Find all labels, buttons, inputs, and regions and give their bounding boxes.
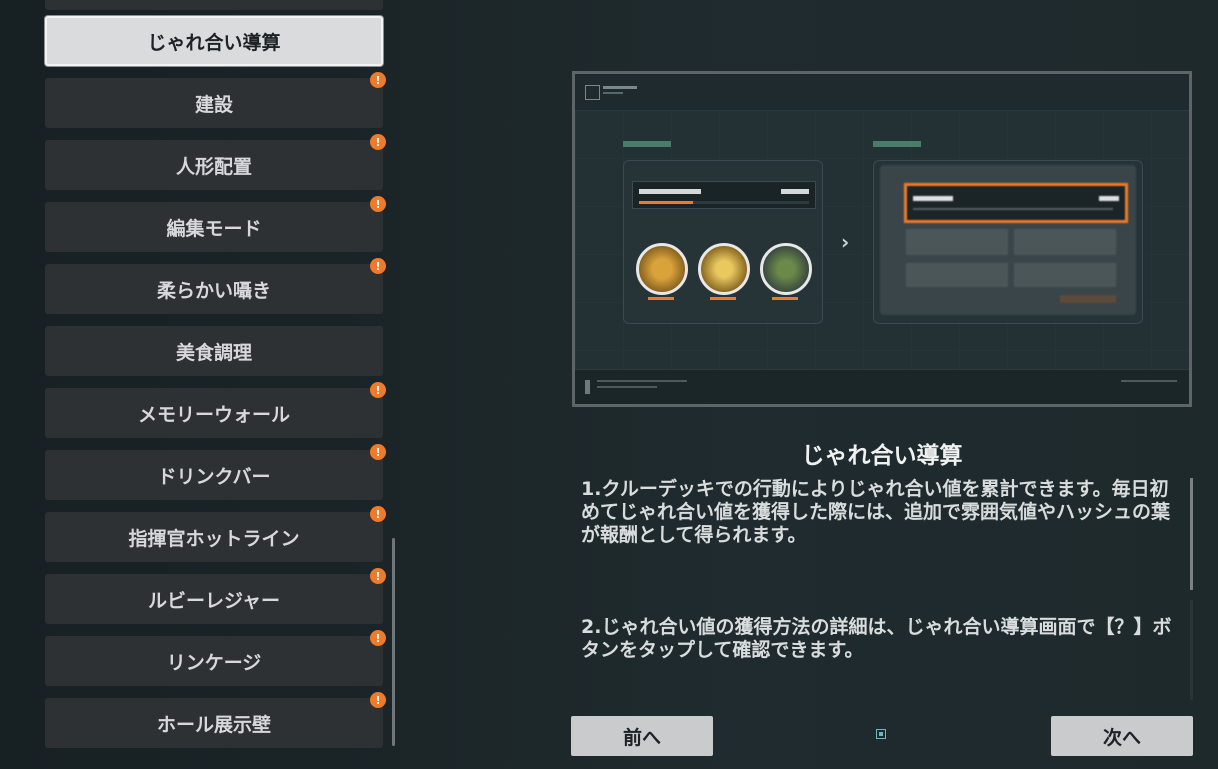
alert-badge-icon: ! (370, 692, 386, 708)
preview-button (1060, 295, 1116, 303)
chevron-right-icon: › (841, 230, 850, 254)
preview-panel (906, 263, 1008, 287)
text-scrollbar-track (1190, 600, 1193, 700)
preview-footer-line (1121, 380, 1177, 382)
sidebar-item[interactable]: ホール展示壁! (45, 692, 386, 748)
sidebar-item-label: 編集モード (166, 217, 262, 240)
sidebar: じゃれ合い導算 建設! 人形配置! 編集モード! 柔らかい囁き! 美食調理 メモリーウォール… (0, 0, 400, 769)
sidebar-item-label: ドリンクバー (157, 465, 271, 488)
preview-right-card (873, 160, 1143, 324)
preview-title-text (639, 189, 701, 194)
sidebar-item[interactable]: ドリンクバー! (45, 444, 386, 500)
preview-panel (906, 229, 1008, 255)
sidebar-item[interactable]: 建設! (45, 72, 386, 128)
next-button[interactable]: 次へ (1051, 716, 1193, 756)
sidebar-item-label: 人形配置 (175, 155, 252, 178)
preview-screen (880, 165, 1136, 315)
sidebar-item[interactable]: メモリーウォール! (45, 382, 386, 438)
page-indicator (876, 729, 886, 739)
alert-badge-icon: ! (370, 134, 386, 150)
sidebar-item[interactable]: じゃれ合い導算 (45, 16, 383, 66)
preview-progress-track (913, 208, 1113, 210)
preview-progress-fill (639, 201, 694, 204)
sidebar-item[interactable]: ルビーレジャー! (45, 568, 386, 624)
alert-badge-icon: ! (370, 382, 386, 398)
alert-badge-icon: ! (370, 444, 386, 460)
alert-badge-icon: ! (370, 196, 386, 212)
text-scrollbar[interactable] (1190, 478, 1193, 590)
sidebar-item-label: メモリーウォール (137, 403, 290, 426)
preview-left-card (623, 160, 823, 324)
description-paragraph-1: 1.クルーデッキでの行動によりじゃれ合い値を累計できます。毎日初めてじゃれ合い値… (581, 478, 1171, 546)
sidebar-item-label: リンケージ (166, 651, 262, 674)
preview-highlight-box (904, 183, 1128, 223)
preview-footer-line (597, 380, 687, 382)
sidebar-item-label: じゃれ合い導算 (147, 31, 281, 54)
preview-reward-mark (772, 297, 798, 300)
sidebar-item[interactable]: リンケージ! (45, 630, 386, 686)
preview-reward-mark (710, 297, 736, 300)
sidebar-item[interactable]: 人形配置! (45, 134, 386, 190)
sidebar-item-label: 柔らかい囁き (156, 279, 271, 302)
sidebar-item[interactable]: 指揮官ホットライン! (45, 506, 386, 562)
sidebar-item-label: ホール展示壁 (156, 713, 271, 736)
alert-badge-icon: ! (370, 568, 386, 584)
preview-tag (873, 141, 921, 147)
preview-progress-track (639, 201, 809, 204)
preview-footer (575, 369, 1189, 404)
content-title: じゃれ合い導算 (801, 443, 963, 469)
badge-icon (698, 243, 750, 295)
alert-badge-icon: ! (370, 258, 386, 274)
preview-tag (623, 141, 671, 147)
alert-badge-icon: ! (370, 630, 386, 646)
description-paragraph-2: 2.じゃれ合い値の獲得方法の詳細は、じゃれ合い導算画面で【？】ボタンをタップして… (581, 616, 1172, 661)
sidebar-item-partial[interactable] (45, 0, 383, 10)
sidebar-item-label: 指揮官ホットライン (128, 527, 300, 550)
tutorial-preview-image: › (572, 71, 1192, 407)
preview-title-text (913, 196, 953, 201)
preview-footer-icon (585, 380, 590, 394)
preview-reward-mark (648, 297, 674, 300)
sidebar-item[interactable]: 美食調理 (45, 326, 383, 376)
prev-button[interactable]: 前へ (571, 716, 713, 756)
preview-panel (1014, 263, 1116, 287)
preview-title-text (1099, 196, 1119, 201)
alert-badge-icon: ! (370, 72, 386, 88)
preview-header-line (603, 86, 637, 89)
preview-logo-icon (585, 85, 600, 100)
preview-header (575, 74, 1189, 111)
preview-title-text (781, 189, 809, 194)
preview-panel (1014, 229, 1116, 255)
coin-icon (636, 243, 688, 295)
sidebar-item[interactable]: 柔らかい囁き! (45, 258, 386, 314)
sidebar-item-label: ルビーレジャー (147, 589, 281, 612)
preview-header-bar (632, 181, 816, 209)
sidebar-item[interactable]: 編集モード! (45, 196, 386, 252)
cube-icon (760, 243, 812, 295)
preview-footer-line (597, 386, 657, 388)
alert-badge-icon: ! (370, 506, 386, 522)
sidebar-item-label: 建設 (194, 93, 233, 116)
preview-header-line (603, 92, 623, 94)
sidebar-item-label: 美食調理 (175, 341, 252, 364)
sidebar-scrollbar[interactable] (392, 538, 395, 746)
